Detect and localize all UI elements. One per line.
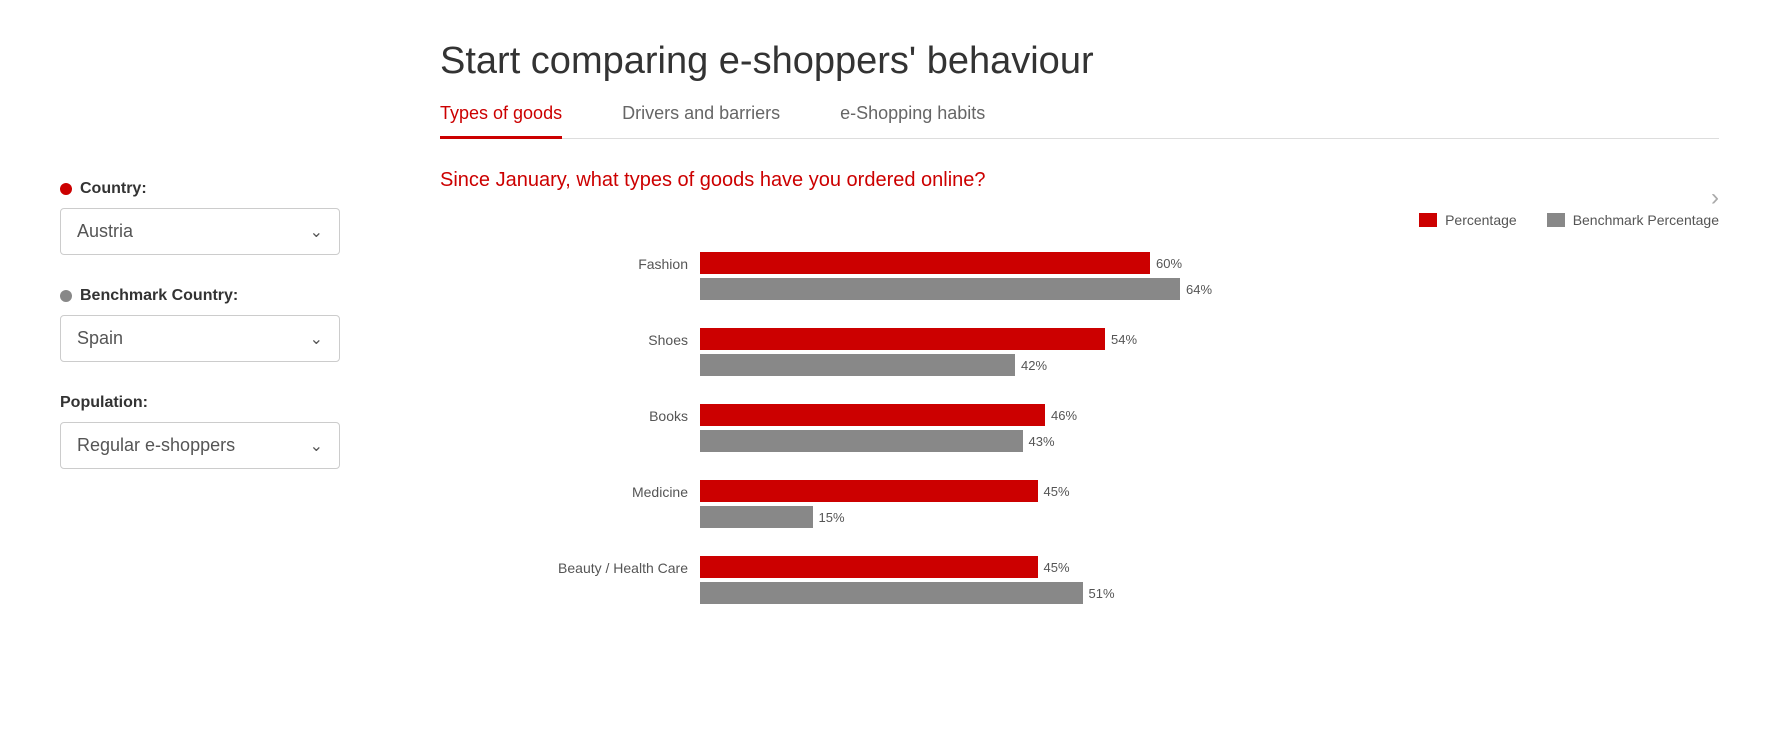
chart-category-label: Beauty / Health Care (540, 556, 700, 576)
tab-drivers-and-barriers[interactable]: Drivers and barriers (622, 103, 780, 139)
bar-red (700, 556, 1038, 578)
bar-gray-wrapper: 42% (700, 354, 1137, 376)
benchmark-country-label: Benchmark Country: (60, 287, 360, 305)
country-dot-icon (60, 183, 72, 195)
page-container: Country: Austria ⌄ Benchmark Country: Sp… (0, 0, 1779, 754)
question-row: Since January, what types of goods have … (440, 169, 1719, 192)
question-text: Since January, what types of goods have … (440, 169, 1719, 192)
country-filter: Country: Austria ⌄ (60, 180, 360, 255)
population-chevron-icon: ⌄ (310, 436, 323, 456)
bar-gray-wrapper: 43% (700, 430, 1077, 452)
bar-red (700, 404, 1045, 426)
tab-types-of-goods[interactable]: Types of goods (440, 103, 562, 139)
benchmark-select[interactable]: Spain ⌄ (60, 315, 340, 362)
bar-gray-label: 15% (819, 510, 845, 525)
country-label: Country: (60, 180, 360, 198)
legend-percentage: Percentage (1419, 212, 1517, 228)
bar-gray-label: 43% (1029, 434, 1055, 449)
population-filter: Population: Regular e-shoppers ⌄ (60, 394, 360, 469)
bar-gray (700, 582, 1083, 604)
bar-red (700, 252, 1150, 274)
benchmark-value: Spain (77, 328, 123, 349)
bar-red-wrapper: 46% (700, 404, 1077, 426)
bar-red-label: 60% (1156, 256, 1182, 271)
chart-category-label: Medicine (540, 480, 700, 500)
legend-benchmark-label: Benchmark Percentage (1573, 212, 1719, 228)
legend-benchmark: Benchmark Percentage (1547, 212, 1719, 228)
chart-bars: 60% 64% (700, 252, 1212, 304)
legend: Percentage Benchmark Percentage (440, 212, 1719, 228)
next-arrow-icon[interactable]: › (1711, 184, 1719, 212)
bar-red-wrapper: 60% (700, 252, 1212, 274)
country-select[interactable]: Austria ⌄ (60, 208, 340, 255)
bar-red-wrapper: 45% (700, 556, 1115, 578)
population-select[interactable]: Regular e-shoppers ⌄ (60, 422, 340, 469)
bar-red-wrapper: 45% (700, 480, 1070, 502)
bar-red-wrapper: 54% (700, 328, 1137, 350)
population-label: Population: (60, 394, 360, 412)
page-title: Start comparing e-shoppers' behaviour (440, 40, 1719, 83)
bar-red (700, 480, 1038, 502)
chart-row: Beauty / Health Care 45% 51% (540, 556, 1719, 608)
legend-red-icon (1419, 213, 1437, 227)
chart-bars: 45% 51% (700, 556, 1115, 608)
legend-percentage-label: Percentage (1445, 212, 1517, 228)
bar-red-label: 54% (1111, 332, 1137, 347)
bar-gray-label: 64% (1186, 282, 1212, 297)
tabs-container: Types of goods Drivers and barriers e-Sh… (440, 103, 1719, 139)
country-chevron-icon: ⌄ (310, 222, 323, 242)
main-content: Start comparing e-shoppers' behaviour Ty… (400, 0, 1779, 754)
chart-row: Medicine 45% 15% (540, 480, 1719, 532)
bar-red-label: 45% (1044, 484, 1070, 499)
bar-red-label: 45% (1044, 560, 1070, 575)
bar-gray-label: 42% (1021, 358, 1047, 373)
chart-row: Shoes 54% 42% (540, 328, 1719, 380)
bar-gray-label: 51% (1089, 586, 1115, 601)
chart-container: Fashion 60% 64% Shoes 54% 42% Books 46% 43% Medic… (440, 252, 1719, 608)
country-value: Austria (77, 221, 133, 242)
tab-eshopping-habits[interactable]: e-Shopping habits (840, 103, 985, 139)
bar-gray (700, 278, 1180, 300)
bar-gray (700, 354, 1015, 376)
chart-bars: 54% 42% (700, 328, 1137, 380)
chart-category-label: Books (540, 404, 700, 424)
benchmark-dot-icon (60, 290, 72, 302)
chart-row: Books 46% 43% (540, 404, 1719, 456)
population-value: Regular e-shoppers (77, 435, 235, 456)
chart-row: Fashion 60% 64% (540, 252, 1719, 304)
bar-gray (700, 430, 1023, 452)
bar-gray-wrapper: 64% (700, 278, 1212, 300)
bar-gray-wrapper: 15% (700, 506, 1070, 528)
bar-gray-wrapper: 51% (700, 582, 1115, 604)
benchmark-chevron-icon: ⌄ (310, 329, 323, 349)
chart-bars: 45% 15% (700, 480, 1070, 532)
bar-gray (700, 506, 813, 528)
bar-red-label: 46% (1051, 408, 1077, 423)
legend-gray-icon (1547, 213, 1565, 227)
bar-red (700, 328, 1105, 350)
chart-category-label: Shoes (540, 328, 700, 348)
sidebar: Country: Austria ⌄ Benchmark Country: Sp… (0, 0, 400, 754)
benchmark-country-filter: Benchmark Country: Spain ⌄ (60, 287, 360, 362)
chart-category-label: Fashion (540, 252, 700, 272)
chart-bars: 46% 43% (700, 404, 1077, 456)
